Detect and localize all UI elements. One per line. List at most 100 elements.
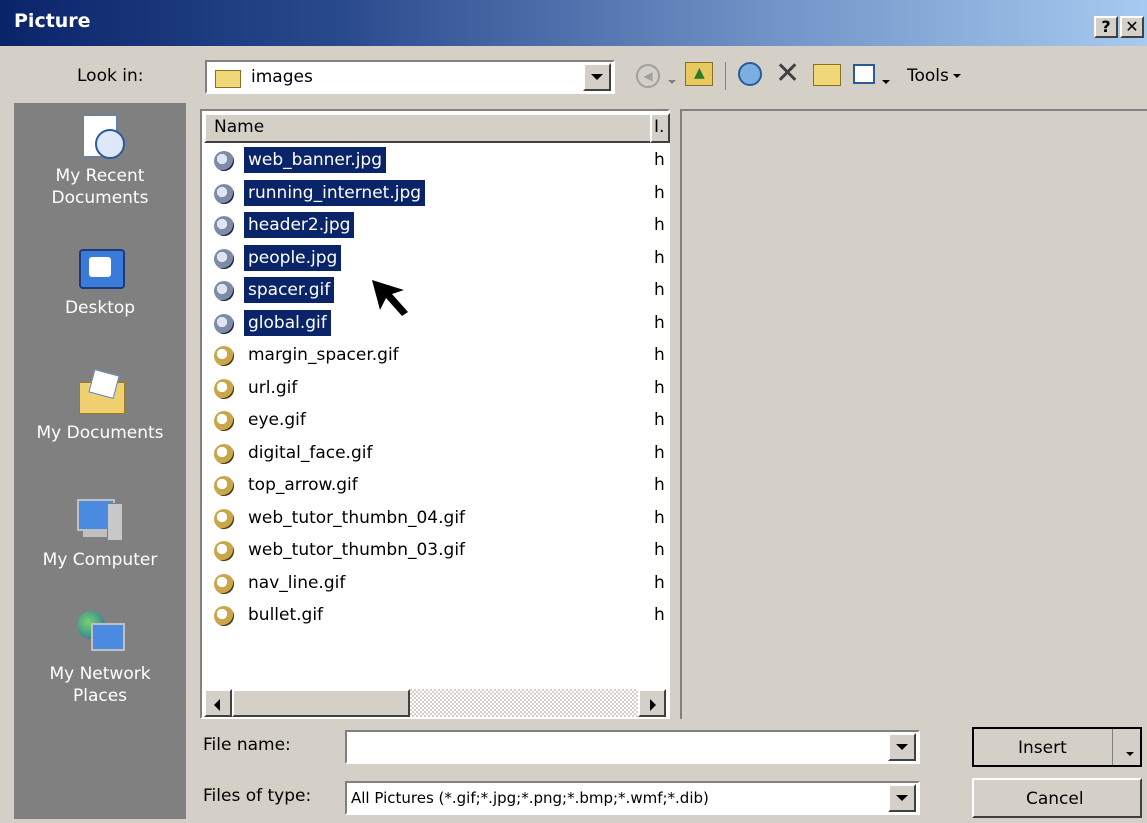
place-label-line1: My Documents: [36, 423, 164, 443]
place-label-line1: My Recent: [55, 166, 145, 186]
help-button[interactable]: ?: [1094, 16, 1118, 38]
scroll-right-button[interactable]: [638, 689, 666, 717]
tools-label: Tools: [907, 66, 949, 86]
list-item[interactable]: web_banner.jpg h: [206, 145, 666, 173]
desktop-icon: [75, 243, 125, 293]
image-file-icon: [214, 476, 234, 496]
file-name-text: web_tutor_thumbn_03.gif: [248, 540, 466, 560]
look-in-label: Look in:: [77, 66, 144, 86]
column-header-name[interactable]: Name: [204, 113, 652, 143]
file-name-text: global.gif: [244, 309, 331, 336]
file-name-text: nav_line.gif: [248, 572, 346, 593]
file-name-dropdown-arrow[interactable]: [888, 733, 916, 761]
column-header-short[interactable]: I.: [650, 113, 670, 143]
list-item[interactable]: top_arrow.gif h: [206, 470, 666, 498]
files-of-type-select[interactable]: All Pictures (*.gif;*.jpg;*.png;*.bmp;*.…: [345, 781, 920, 815]
close-button[interactable]: ✕: [1120, 16, 1144, 38]
list-item[interactable]: bullet.gif h: [206, 600, 666, 628]
list-item[interactable]: web_tutor_thumbn_04.gif h: [206, 503, 666, 531]
image-file-icon: [214, 346, 234, 366]
toolbar-separator: [725, 62, 726, 90]
files-of-type-dropdown-arrow[interactable]: [888, 784, 916, 812]
image-file-icon: [214, 151, 234, 171]
preview-pane: [680, 109, 1147, 719]
mouse-cursor-icon: [370, 278, 418, 323]
file-attr-text: h: [654, 410, 665, 430]
list-item[interactable]: spacer.gif h: [206, 275, 666, 303]
cancel-button[interactable]: Cancel: [972, 778, 1142, 818]
file-name-input[interactable]: [345, 730, 920, 764]
place-recent-documents[interactable]: My Recent Documents: [14, 111, 186, 209]
place-my-documents[interactable]: My Documents: [14, 368, 186, 444]
list-item[interactable]: url.gif h: [206, 373, 666, 401]
file-name-label: File name:: [203, 735, 291, 755]
delete-icon[interactable]: ✕: [775, 56, 800, 91]
look-in-dropdown-arrow[interactable]: [583, 63, 611, 91]
views-dropdown-arrow[interactable]: [878, 72, 890, 92]
scroll-thumb[interactable]: [232, 689, 410, 717]
file-attr-text: h: [654, 605, 665, 625]
list-item[interactable]: nav_line.gif h: [206, 568, 666, 596]
place-label-line2: Documents: [51, 188, 149, 208]
back-icon[interactable]: ◀: [636, 64, 660, 88]
file-attr-text: h: [654, 377, 665, 398]
place-label-line1: My Computer: [42, 550, 158, 570]
search-web-icon[interactable]: [738, 62, 762, 86]
tools-menu[interactable]: Tools: [907, 66, 961, 86]
place-my-computer[interactable]: My Computer: [14, 495, 186, 571]
look-in-value: images: [251, 67, 313, 87]
image-file-icon: [214, 216, 234, 236]
up-one-level-icon[interactable]: ▲: [685, 62, 713, 86]
place-label-line1: Desktop: [64, 298, 136, 318]
file-name-text: eye.gif: [248, 410, 306, 430]
views-icon[interactable]: [853, 64, 875, 84]
file-attr-text: h: [654, 312, 665, 333]
list-item[interactable]: digital_face.gif h: [206, 438, 666, 466]
look-in-combo[interactable]: images: [205, 60, 615, 94]
image-file-icon: [214, 606, 234, 626]
image-file-icon: [214, 378, 234, 399]
list-item[interactable]: header2.jpg h: [206, 210, 666, 238]
new-folder-icon[interactable]: [813, 64, 841, 86]
file-attr-text: h: [654, 507, 665, 528]
image-file-icon: [214, 573, 234, 594]
files-of-type-label: Files of type:: [203, 786, 312, 806]
scroll-left-button[interactable]: [204, 689, 232, 717]
places-bar: My Recent Documents Desktop My Documents…: [14, 103, 186, 819]
list-item[interactable]: margin_spacer.gif h: [206, 340, 666, 368]
insert-options-arrow[interactable]: [1122, 744, 1134, 764]
image-file-icon: [214, 183, 234, 204]
place-label-line2: Places: [72, 686, 128, 706]
list-item[interactable]: running_internet.jpg h: [206, 178, 666, 206]
file-attr-text: h: [654, 280, 665, 300]
file-name-text: bullet.gif: [248, 605, 324, 625]
file-attr-text: h: [654, 345, 665, 365]
window-title: Picture: [14, 10, 91, 32]
file-name-text: margin_spacer.gif: [248, 345, 399, 365]
back-history-arrow[interactable]: [664, 72, 676, 92]
file-name-text: url.gif: [248, 377, 298, 398]
network-places-icon: [75, 609, 125, 659]
file-attr-text: h: [654, 150, 665, 170]
place-my-network-places[interactable]: My Network Places: [14, 609, 186, 707]
file-attr-text: h: [654, 215, 665, 235]
list-item[interactable]: global.gif h: [206, 308, 666, 336]
file-attr-text: h: [654, 540, 665, 560]
file-name-text: top_arrow.gif: [248, 475, 358, 495]
image-file-icon: [214, 443, 234, 464]
list-item[interactable]: eye.gif h: [206, 405, 666, 433]
place-desktop[interactable]: Desktop: [14, 243, 186, 319]
my-computer-icon: [75, 495, 125, 545]
file-attr-text: h: [654, 247, 665, 268]
list-item[interactable]: people.jpg h: [206, 243, 666, 271]
file-list[interactable]: Name I. web_banner.jpg h running_internet.…: [200, 109, 670, 719]
title-bar[interactable]: [0, 0, 1147, 46]
file-name-text: web_tutor_thumbn_04.gif: [248, 507, 466, 528]
place-label-line1: My Network: [49, 664, 151, 684]
list-item[interactable]: web_tutor_thumbn_03.gif h: [206, 535, 666, 563]
file-attr-text: h: [654, 442, 665, 463]
recent-documents-icon: [75, 111, 125, 161]
left-arrow-icon: [214, 699, 220, 711]
insert-button[interactable]: Insert: [972, 727, 1142, 767]
horizontal-scrollbar[interactable]: [204, 689, 666, 717]
